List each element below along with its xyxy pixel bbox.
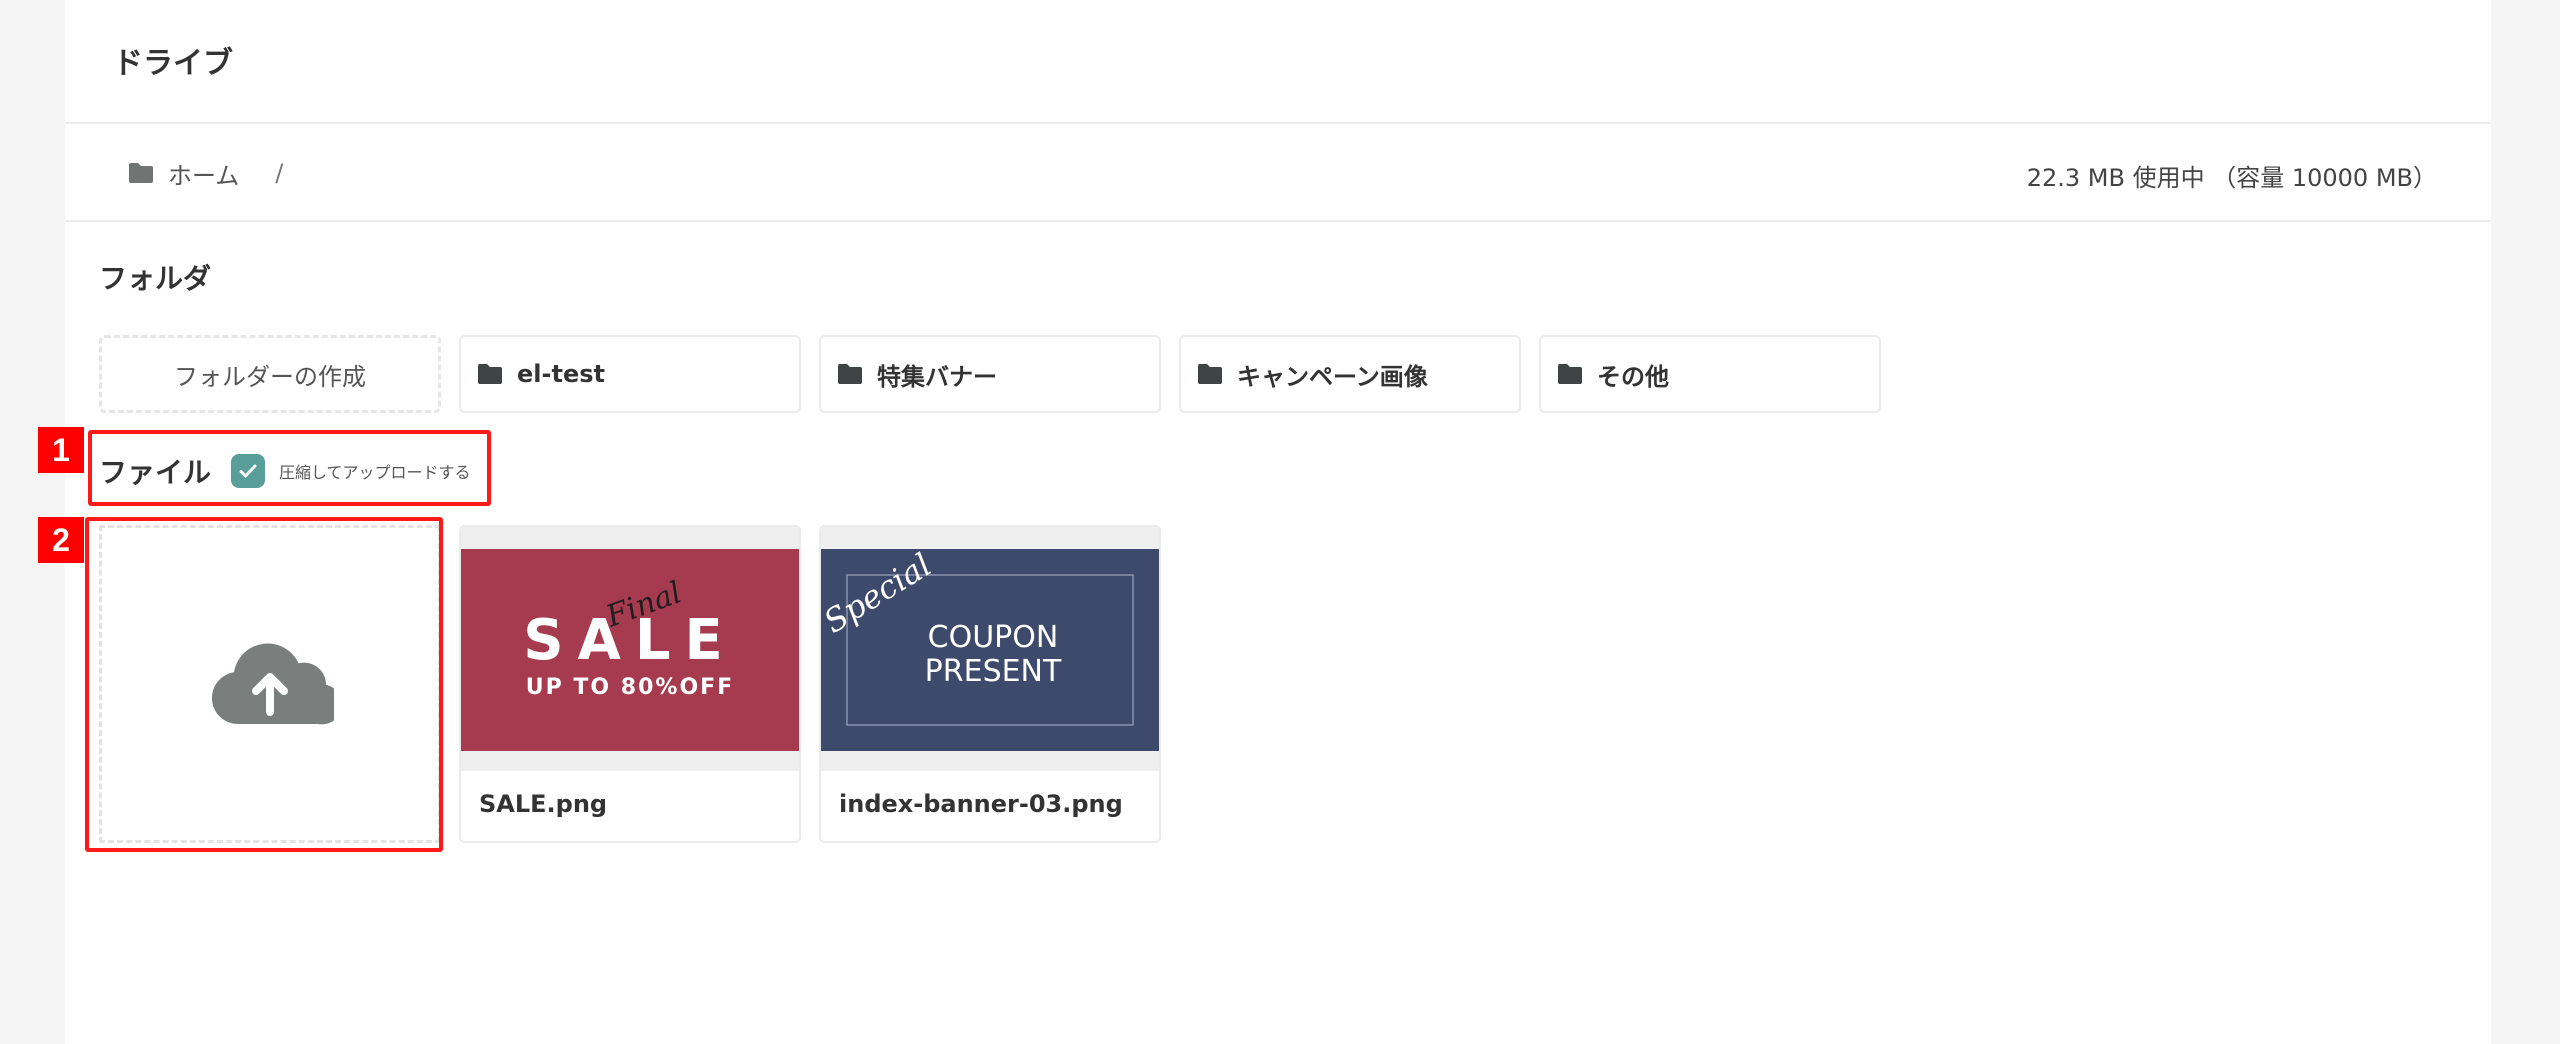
folders-title: フォルダ — [99, 262, 212, 295]
coupon-thumbnail: COUPON PRESENT Special — [821, 549, 1159, 751]
breadcrumb-bar: ホーム / 22.3 MB 使用中 （容量 10000 MB） — [65, 124, 2491, 222]
folder-item[interactable]: 特集バナー — [819, 335, 1161, 413]
coupon-thumb-line2: PRESENT — [925, 654, 1062, 689]
annotation-box-1 — [88, 430, 491, 506]
annotation-box-2 — [85, 517, 443, 852]
file-thumbnail-frame: COUPON PRESENT Special — [821, 527, 1159, 771]
folder-item[interactable]: キャンペーン画像 — [1179, 335, 1521, 413]
page-title: ドライブ — [113, 46, 233, 81]
breadcrumb-home[interactable]: ホーム — [168, 156, 239, 191]
breadcrumb: ホーム / — [128, 156, 283, 190]
breadcrumb-separator: / — [275, 159, 284, 187]
folder-icon — [129, 163, 153, 183]
folder-label: その他 — [1597, 362, 1669, 391]
folder-icon — [838, 364, 862, 384]
folder-item[interactable]: その他 — [1539, 335, 1881, 413]
folder-label: el-test — [517, 360, 605, 388]
create-folder-button[interactable]: フォルダーの作成 — [99, 335, 441, 413]
page-header: ドライブ — [65, 0, 2491, 124]
sale-thumb-sub: UP TO 80%OFF — [526, 675, 734, 700]
file-name: SALE.png — [479, 790, 608, 818]
folder-icon — [1558, 364, 1582, 384]
sale-thumbnail: SALE UP TO 80%OFF Final — [461, 549, 799, 751]
file-card[interactable]: COUPON PRESENT Special index-banner-03.p… — [819, 525, 1161, 843]
folder-label: 特集バナー — [877, 362, 997, 391]
folder-label: キャンペーン画像 — [1237, 362, 1428, 391]
coupon-thumb-line1: COUPON — [928, 620, 1059, 655]
folder-icon — [478, 364, 502, 384]
annotation-badge-2: 2 — [38, 517, 84, 563]
file-card[interactable]: SALE UP TO 80%OFF Final SALE.png — [459, 525, 801, 843]
annotation-badge-1: 1 — [38, 427, 84, 473]
folder-icon — [1198, 364, 1222, 384]
file-thumbnail-frame: SALE UP TO 80%OFF Final — [461, 527, 799, 771]
file-name: index-banner-03.png — [839, 790, 1123, 818]
folder-item[interactable]: el-test — [459, 335, 801, 413]
storage-usage: 22.3 MB 使用中 （容量 10000 MB） — [2026, 164, 2437, 192]
